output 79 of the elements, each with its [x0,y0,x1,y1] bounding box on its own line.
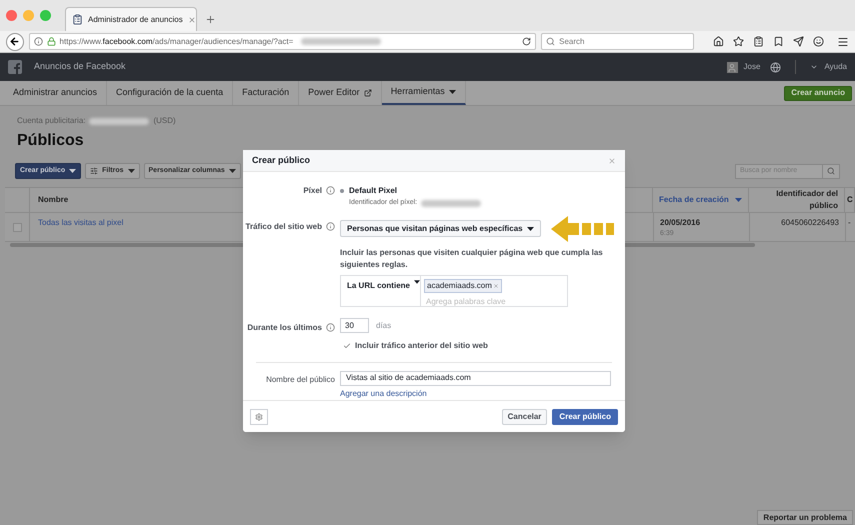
days-label: Durante los últimos [247,322,322,332]
info-icon [326,322,335,332]
reload-icon[interactable] [522,37,532,46]
caret-icon [69,169,76,173]
column-header[interactable]: Identificador del público [749,188,845,212]
redacted-mark [89,118,150,124]
nav-tab[interactable]: Facturación [233,81,300,105]
caret-icon [526,226,534,230]
info-icon [326,222,335,231]
date-text: 20/05/2016 [660,217,702,229]
search-icon [546,37,556,46]
redacted-mark [421,200,482,207]
table-cell: - [848,218,851,227]
star-icon[interactable] [733,36,744,46]
nav-tab[interactable]: Configuración de la cuenta [107,81,234,105]
pixel-label: Píxel [303,186,322,195]
nav-tab[interactable]: Administrar anuncios [4,81,108,105]
smiley-icon[interactable] [813,36,824,46]
caret-icon [448,90,456,94]
rule-description: Incluir las personas que visiten cualquier página web que cumpla las siguientes reglas. [340,246,604,270]
home-icon[interactable] [713,36,724,46]
report-button[interactable]: Reportar un problema [757,510,853,525]
lock-icon [46,37,56,46]
help-link[interactable]: Ayuda [824,61,847,73]
browser-tab[interactable]: Administrador de anuncios [65,7,197,31]
search-icon [827,167,835,175]
days-field[interactable]: 30 [340,318,369,333]
send-icon[interactable] [793,36,804,46]
add-description-link[interactable]: Agregar una descripción [340,388,611,400]
include-checkbox[interactable] [342,341,351,350]
nav-tab[interactable]: Power Editor [299,81,382,105]
audience-name-field[interactable]: Vistas al sitio de academiaads.com [340,370,611,386]
info-icon [34,37,43,46]
pixel-name: Default Pixel [349,185,398,197]
audience-link[interactable]: Todas las visitas al pixel [38,218,124,227]
id-text: 6045060226493 [781,218,839,227]
app-title: Anuncios de Facebook [34,60,126,74]
user-name[interactable]: Jose [744,61,760,73]
column-header[interactable]: C [845,188,855,212]
info-icon [326,186,335,196]
menu-icon[interactable] [837,36,849,48]
globe-icon[interactable] [770,62,782,72]
traffic-dropdown[interactable]: Personas que visitan páginas web específicas [340,220,541,237]
name-label: Nombre del público [266,374,335,384]
avatar-icon[interactable] [726,62,738,72]
new-tab-icon[interactable] [205,14,216,25]
caret-icon [735,198,742,202]
remove-icon[interactable] [492,282,499,288]
page-title: Públicos [16,131,85,151]
search-field[interactable]: Search [541,33,694,50]
condition-dropdown[interactable]: La URL contiene [341,276,421,306]
back-button[interactable] [6,32,24,50]
row-checkbox[interactable] [12,222,22,232]
filter-icon [90,167,98,175]
account-label: Cuenta publicitaria: [17,115,86,127]
caret-icon[interactable] [810,63,818,71]
traffic-label: Tráfico del sitio web [246,222,322,230]
create-audience-button[interactable]: Crear público [552,408,618,424]
caret-icon [128,169,135,173]
caret-icon [228,169,236,173]
include-label[interactable]: Incluir tráfico anterior del sitio web [355,340,488,352]
logo-icon[interactable] [8,60,22,74]
close-icon[interactable] [188,16,196,24]
settings-button[interactable] [250,408,268,424]
nav-tab[interactable]: Herramientas [382,81,466,105]
dialog-title: Crear público [252,154,310,167]
page-icon [72,14,83,25]
create-ad-button[interactable]: Crear anuncio [784,86,852,100]
url-field[interactable]: https://www.facebook.com/ads/manager/audiences/manage/?act= [28,33,536,50]
external-icon [364,89,372,97]
cancel-button[interactable]: Cancelar [502,408,548,424]
days-unit: días [376,320,392,332]
currency-text: (USD) [153,115,176,127]
gear-icon [255,412,263,420]
keyword-tag[interactable]: academiaads.com [424,278,502,292]
caret-icon [414,280,420,284]
reading-list-icon[interactable] [753,36,764,46]
back-arrow-icon [9,36,20,47]
bookmark-icon[interactable] [773,36,784,46]
